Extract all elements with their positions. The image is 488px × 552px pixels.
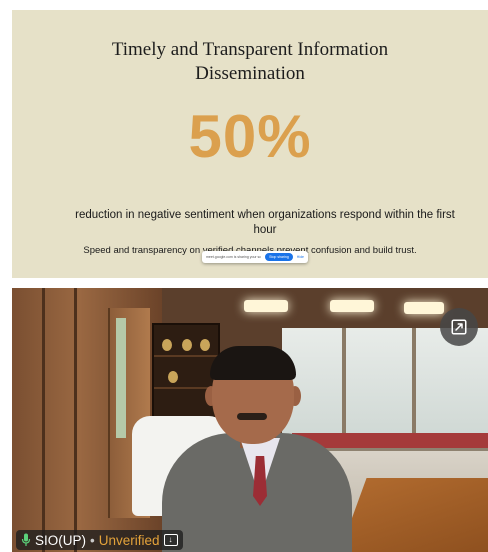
participant-video [12, 288, 488, 552]
presentation-slide: Timely and Transparent Information Disse… [12, 10, 488, 278]
trophy [182, 339, 192, 351]
stop-sharing-button[interactable]: Stop sharing [265, 253, 293, 261]
trophy [168, 371, 178, 383]
share-bar-text: meet.google.com is sharing your screen [206, 255, 262, 259]
panel-line [74, 288, 77, 552]
screen-share-bar: meet.google.com is sharing your screen S… [202, 251, 308, 263]
participant-name: SIO(UP) [35, 532, 87, 548]
panel-line [42, 288, 45, 552]
trophy [162, 339, 172, 351]
microphone-icon [21, 533, 31, 546]
expand-button[interactable] [440, 308, 478, 346]
shelf [154, 355, 218, 357]
slide-stat: 50% [188, 103, 312, 170]
ceiling-light [404, 302, 444, 314]
hide-share-bar-button[interactable]: Hide [297, 255, 304, 259]
verification-status: Unverified [98, 532, 160, 548]
slide-title: Timely and Transparent Information Disse… [111, 39, 389, 84]
window-frame [412, 328, 416, 448]
person-mustache [237, 413, 267, 420]
window [282, 328, 488, 448]
info-icon[interactable]: ↓ [163, 534, 178, 546]
slide-description: reduction in negative sentiment when org… [75, 209, 455, 236]
door-glass [116, 318, 126, 438]
ceiling-light [330, 300, 374, 312]
trophy [200, 339, 210, 351]
ceiling-light [244, 300, 288, 312]
separator-dot: • [90, 532, 95, 548]
window-frame [342, 328, 346, 448]
expand-icon [451, 319, 467, 335]
person-hair [210, 346, 296, 380]
participant-name-tag: SIO(UP) • Unverified ↓ [16, 530, 183, 550]
